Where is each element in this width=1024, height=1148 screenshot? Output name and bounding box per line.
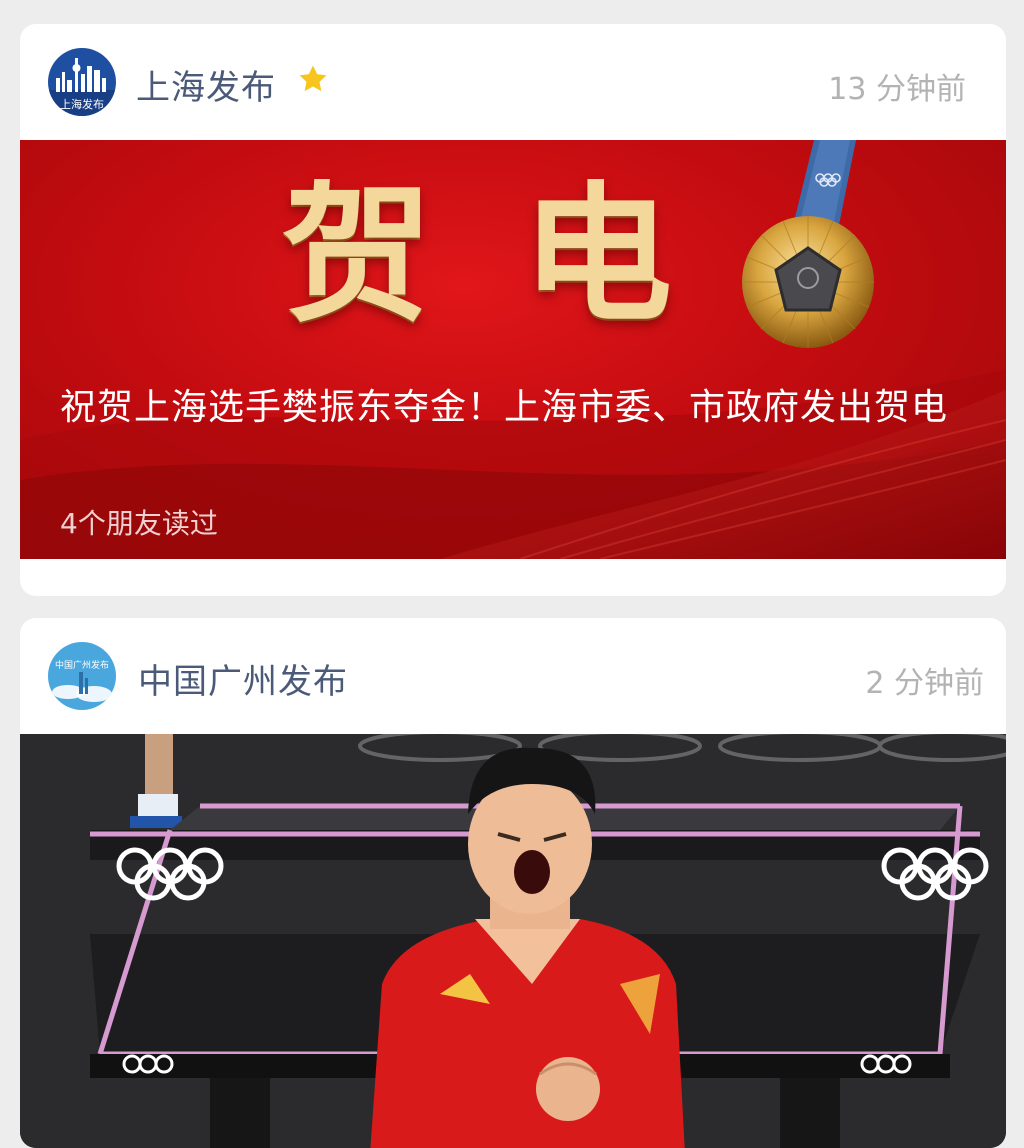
table-tennis-player-photo: [20, 734, 1006, 1148]
post-time: 13 分钟前: [828, 72, 966, 107]
article-cover[interactable]: 贺电 祝贺上海选手樊振东夺金！上海市委、市政府发出贺电 4个朋友读过: [20, 140, 1006, 559]
friends-read-count: 4个朋友读过: [60, 507, 218, 540]
article-cover-photo[interactable]: [20, 734, 1006, 1148]
avatar-text: 上海发布: [60, 97, 104, 111]
banner-title: 贺电: [282, 167, 763, 343]
card-header: 上海发布 上海发布 13 分钟前: [20, 24, 1006, 140]
gold-medal-icon: [742, 140, 874, 348]
account-name[interactable]: 上海发布: [136, 60, 276, 109]
article-card[interactable]: 上海发布 上海发布 13 分钟前 贺电 祝贺上海选手樊振东夺金！上海市委、市政府…: [20, 24, 1006, 596]
account-name[interactable]: 中国广州发布: [138, 654, 348, 703]
card-header: 中国广州发布 中国广州发布 2 分钟前: [20, 618, 1006, 734]
star-icon: [299, 65, 327, 92]
article-headline[interactable]: 祝贺上海选手樊振东夺金！上海市委、市政府发出贺电: [60, 380, 960, 436]
account-avatar[interactable]: 中国广州发布: [48, 642, 116, 710]
article-card[interactable]: 中国广州发布 中国广州发布 2 分钟前: [20, 618, 1006, 1148]
post-time: 2 分钟前: [865, 666, 984, 701]
avatar-text: 中国广州发布: [55, 659, 109, 671]
account-avatar[interactable]: 上海发布: [48, 48, 116, 116]
